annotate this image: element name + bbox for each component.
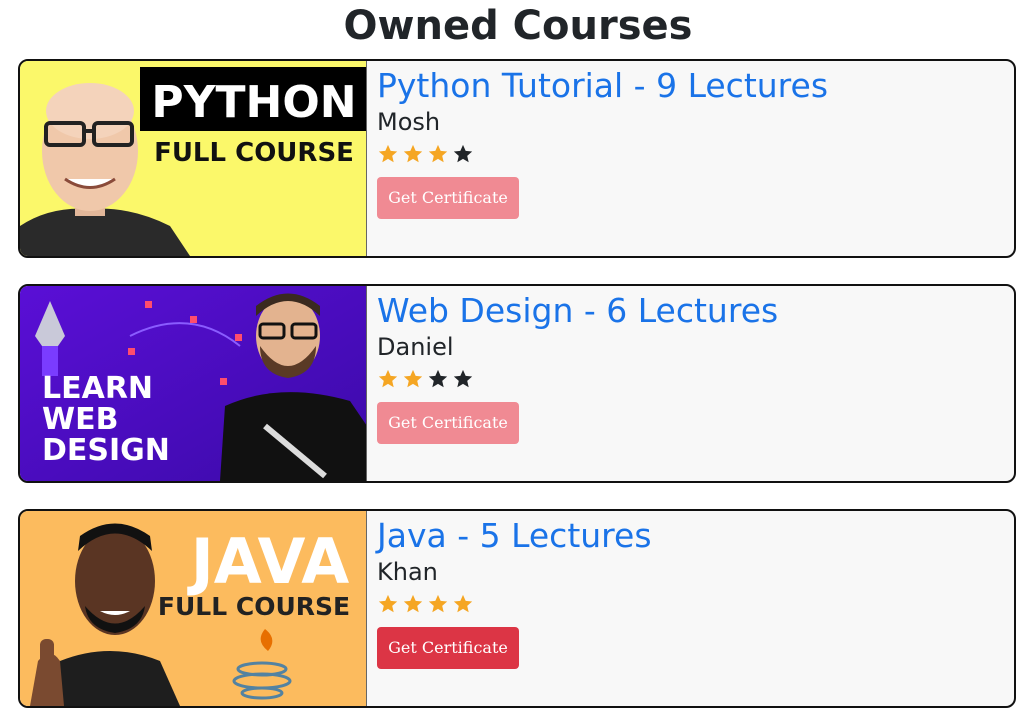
svg-text:PYTHON: PYTHON [151, 77, 356, 128]
course-card-python: PYTHON FULL COURSE Python Tutorial - 9 L… [18, 59, 1016, 258]
svg-text:DESIGN: DESIGN [42, 433, 170, 468]
course-card-java: JAVA FULL COURSE Java - 5 Lectures Khan … [18, 509, 1016, 708]
course-author: Khan [377, 558, 438, 586]
svg-text:JAVA: JAVA [187, 525, 350, 598]
course-author: Daniel [377, 333, 454, 361]
star-filled-icon [427, 143, 449, 165]
course-title-link[interactable]: Java - 5 Lectures [377, 515, 652, 557]
python-thumbnail-image: PYTHON FULL COURSE [20, 61, 366, 256]
get-certificate-button[interactable]: Get Certificate [377, 177, 519, 219]
svg-text:FULL COURSE: FULL COURSE [158, 592, 350, 621]
star-filled-icon [377, 368, 399, 390]
rating-stars [377, 368, 778, 392]
course-thumbnail[interactable]: LEARN WEB DESIGN [20, 286, 367, 481]
course-title-link[interactable]: Python Tutorial - 9 Lectures [377, 65, 828, 107]
star-filled-icon [402, 368, 424, 390]
rating-stars [377, 143, 828, 167]
svg-text:WEB: WEB [42, 402, 118, 437]
star-empty-icon [427, 368, 449, 390]
star-filled-icon [402, 593, 424, 615]
star-empty-icon [452, 368, 474, 390]
star-filled-icon [377, 143, 399, 165]
course-title-link[interactable]: Web Design - 6 Lectures [377, 290, 778, 332]
get-certificate-button[interactable]: Get Certificate [377, 627, 519, 669]
star-empty-icon [452, 143, 474, 165]
page-title: Owned Courses [343, 3, 693, 49]
rating-stars [377, 593, 652, 617]
star-filled-icon [402, 143, 424, 165]
svg-text:LEARN: LEARN [42, 371, 153, 406]
web-design-thumbnail-image: LEARN WEB DESIGN [20, 286, 366, 481]
star-filled-icon [427, 593, 449, 615]
star-filled-icon [377, 593, 399, 615]
course-thumbnail[interactable]: PYTHON FULL COURSE [20, 61, 367, 256]
course-card-web-design: LEARN WEB DESIGN Web Design - 6 Lectures… [18, 284, 1016, 483]
svg-text:FULL COURSE: FULL COURSE [154, 138, 354, 168]
star-filled-icon [452, 593, 474, 615]
java-thumbnail-image: JAVA FULL COURSE [20, 511, 366, 706]
course-info: Python Tutorial - 9 Lectures Mosh Get Ce… [367, 61, 828, 256]
course-info: Java - 5 Lectures Khan Get Certificate [367, 511, 652, 706]
course-info: Web Design - 6 Lectures Daniel Get Certi… [367, 286, 778, 481]
course-author: Mosh [377, 108, 441, 136]
course-thumbnail[interactable]: JAVA FULL COURSE [20, 511, 367, 706]
get-certificate-button[interactable]: Get Certificate [377, 402, 519, 444]
